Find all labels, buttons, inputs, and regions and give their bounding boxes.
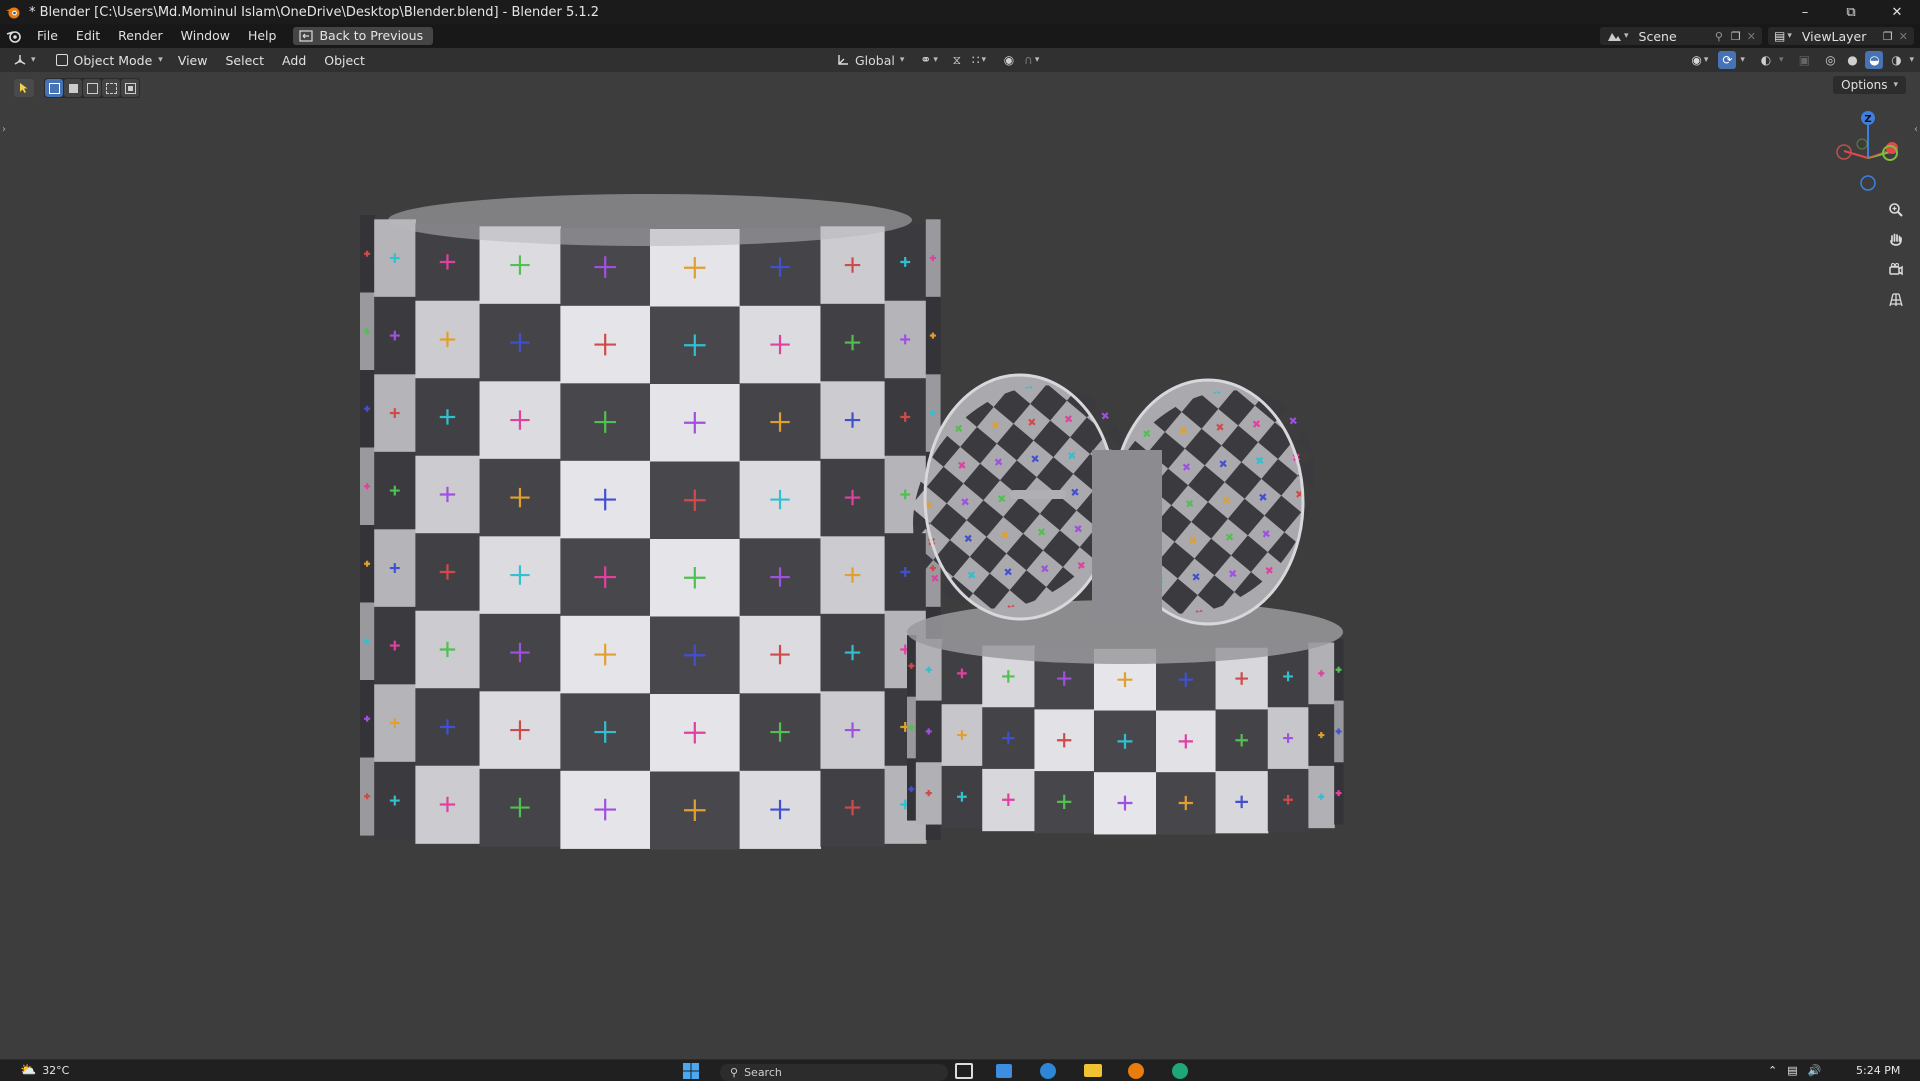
menu-render[interactable]: Render	[109, 24, 172, 48]
blender-taskbar-icon[interactable]	[1128, 1060, 1144, 1081]
viewport-header: ▾ Object Mode ▾ View Select Add Object G…	[0, 48, 1920, 72]
taskbar-search-box[interactable]: ⚲ Search	[720, 1064, 948, 1081]
window-controls: – ⧉ ✕	[1782, 0, 1920, 24]
snap-target-dropdown[interactable]: ∷ ▾	[972, 53, 986, 67]
search-placeholder: Search	[744, 1066, 782, 1079]
transform-orientation-label: Global	[855, 52, 895, 68]
delete-viewlayer-icon[interactable]: ✕	[1899, 30, 1908, 43]
menu-add[interactable]: Add	[273, 53, 315, 68]
proportional-editing-icon[interactable]: ◉	[1000, 51, 1018, 69]
scene-render	[360, 194, 1360, 850]
chevron-down-icon: ▾	[981, 55, 987, 65]
file-explorer-icon[interactable]	[1084, 1060, 1102, 1081]
clock[interactable]: 5:24 PM	[1856, 1060, 1900, 1081]
scene-selector[interactable]: ▾ Scene ⚲ ❐ ✕	[1600, 27, 1762, 45]
pin-icon[interactable]: ⚲	[1715, 30, 1723, 43]
search-icon: ⚲	[730, 1066, 739, 1079]
back-to-previous-label: Back to Previous	[319, 28, 424, 43]
chevron-down-icon: ▾	[1034, 55, 1040, 65]
rendered-shading-icon[interactable]: ◑	[1887, 51, 1905, 69]
material-preview-shading-icon[interactable]: ◒	[1865, 51, 1884, 69]
pivot-point-dropdown[interactable]: ⚭ ▾	[920, 53, 937, 68]
3d-viewport-editor-icon	[14, 55, 26, 65]
snap-increment-icon: ∷	[971, 53, 980, 67]
os-taskbar: ⛅ 32°C ⚲ Search ⌃ ▤ 🔊 5:24 PM	[0, 1059, 1920, 1081]
network-icon[interactable]: ▤	[1787, 1064, 1797, 1077]
menu-window[interactable]: Window	[172, 24, 239, 48]
wireframe-shading-icon[interactable]: ◎	[1821, 51, 1839, 69]
eye-icon: ◉	[1691, 53, 1702, 67]
object-mode-label: Object Mode	[73, 52, 153, 68]
object-mode-dropdown[interactable]: Object Mode ▾	[50, 50, 169, 70]
start-button[interactable]	[682, 1060, 700, 1081]
transform-orientation-dropdown[interactable]: Global ▾	[836, 53, 904, 68]
menu-help[interactable]: Help	[239, 24, 286, 48]
viewport-display-group: ◉ ▾ ⟳ ▾ ◐ ▾ ▣ ◎ ● ◒ ◑ ▾	[1691, 48, 1914, 72]
viewlayer-icon: ▤	[1774, 29, 1786, 43]
viewlayer-name: ViewLayer	[1801, 28, 1867, 44]
window-title: * Blender [C:\Users\Md.Mominul Islam\One…	[29, 4, 600, 20]
tray-overflow-icon[interactable]: ⌃	[1768, 1064, 1777, 1077]
window-titlebar: * Blender [C:\Users\Md.Mominul Islam\One…	[0, 0, 1920, 24]
volume-icon[interactable]: 🔊	[1808, 1064, 1822, 1077]
menu-file[interactable]: File	[28, 24, 67, 48]
windows-start-icon	[683, 1062, 699, 1079]
close-button[interactable]: ✕	[1874, 0, 1920, 24]
store-app-icon[interactable]	[996, 1060, 1012, 1081]
solid-shading-icon[interactable]: ●	[1843, 51, 1861, 69]
blender-logo-icon	[6, 7, 20, 19]
chevron-down-icon[interactable]: ▾	[1779, 55, 1784, 65]
viewlayer-selector[interactable]: ▤ ▾ ViewLayer ❐ ✕	[1768, 27, 1914, 45]
menu-edit[interactable]: Edit	[67, 24, 109, 48]
chevron-down-icon: ▾	[31, 55, 36, 65]
back-to-previous-button[interactable]: Back to Previous	[293, 27, 434, 45]
visibility-dropdown[interactable]: ◉ ▾	[1691, 53, 1708, 67]
large-checker-cylinder[interactable]	[360, 194, 941, 850]
snap-toggle-icon[interactable]: ⧖	[948, 51, 966, 69]
weather-widget[interactable]: ⛅ 32°C	[20, 1060, 69, 1081]
falloff-dropdown[interactable]: ∩ ▾	[1024, 53, 1039, 67]
overlays-toggle-icon[interactable]: ◐	[1757, 51, 1775, 69]
xray-toggle-icon[interactable]: ▣	[1795, 51, 1813, 69]
chevron-down-icon: ▾	[158, 55, 163, 65]
chevron-down-icon[interactable]: ▾	[1909, 55, 1914, 65]
gizmos-toggle-icon[interactable]: ⟳	[1718, 51, 1737, 69]
chevron-down-icon: ▾	[899, 55, 905, 65]
chrome-app-icon[interactable]	[1172, 1060, 1188, 1081]
new-scene-icon[interactable]: ❐	[1731, 30, 1741, 43]
base-checker-cylinder[interactable]	[907, 600, 1344, 835]
chevron-down-icon: ▾	[1703, 55, 1709, 65]
3d-viewport[interactable]: › ‹ Options ▾ Z	[0, 72, 1920, 1059]
scene-viewlayer-group: ▾ Scene ⚲ ❐ ✕ ▤ ▾ ViewLayer ❐ ✕	[1600, 24, 1920, 48]
orientation-axes-icon	[838, 55, 848, 65]
minimize-button[interactable]: –	[1782, 0, 1828, 24]
center-post[interactable]	[1092, 450, 1162, 626]
screen-back-icon	[299, 30, 314, 42]
edge-app-icon[interactable]	[1040, 1060, 1056, 1081]
menu-view[interactable]: View	[169, 53, 217, 68]
transform-tools-group: Global ▾ ⚭ ▾ ⧖ ∷ ▾ ◉ ∩ ▾	[836, 48, 1039, 72]
connector-rod[interactable]	[1010, 490, 1066, 499]
object-mode-icon	[55, 54, 68, 66]
scene-name: Scene	[1638, 28, 1677, 44]
system-tray-icons[interactable]: ⌃ ▤ 🔊	[1768, 1060, 1821, 1081]
top-menu-bar: File Edit Render Window Help Back to Pre…	[0, 24, 1920, 48]
pivot-point-icon: ⚭	[920, 52, 932, 68]
menu-object[interactable]: Object	[315, 53, 374, 68]
restore-button[interactable]: ⧉	[1828, 0, 1874, 24]
task-view-icon[interactable]	[955, 1060, 973, 1081]
chevron-down-icon[interactable]: ▾	[1740, 55, 1745, 65]
falloff-curve-icon: ∩	[1024, 53, 1033, 67]
delete-scene-icon[interactable]: ✕	[1747, 30, 1756, 43]
chevron-down-icon: ▾	[1787, 31, 1792, 41]
editor-type-selector[interactable]: ▾	[12, 53, 36, 67]
scene-icon	[1608, 33, 1621, 41]
menu-select[interactable]: Select	[216, 53, 273, 68]
chevron-down-icon: ▾	[1624, 31, 1629, 41]
blender-menu-icon[interactable]	[6, 28, 22, 44]
weather-temp: 32°C	[42, 1064, 70, 1077]
chevron-down-icon: ▾	[933, 55, 938, 65]
new-viewlayer-icon[interactable]: ❐	[1883, 30, 1893, 43]
weather-cloud-icon: ⛅	[20, 1063, 37, 1078]
